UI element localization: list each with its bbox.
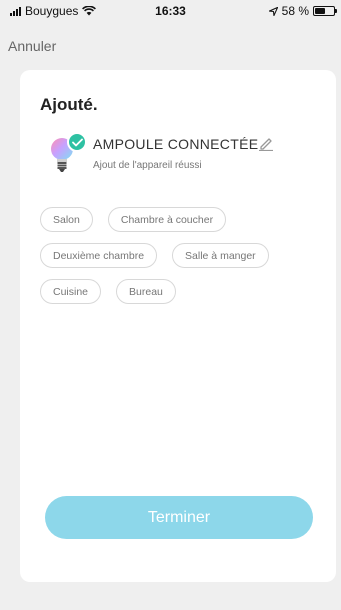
room-tag-bureau[interactable]: Bureau bbox=[116, 279, 176, 304]
status-bar: Bouygues 16:33 58 % bbox=[0, 0, 341, 22]
room-row: Salon Chambre à coucher bbox=[40, 207, 320, 232]
battery-level bbox=[315, 8, 326, 14]
done-button[interactable]: Terminer bbox=[45, 496, 313, 539]
page-title: Ajouté. bbox=[40, 95, 98, 114]
device-name: AMPOULE CONNECTÉE bbox=[93, 136, 259, 152]
room-row: Cuisine Bureau bbox=[40, 279, 320, 304]
room-tag-chambre-a-coucher[interactable]: Chambre à coucher bbox=[107, 207, 227, 232]
cancel-button[interactable]: Annuler bbox=[8, 38, 56, 54]
result-card: Ajouté. AMPOULE CONNECTÉE Ajout de l'app… bbox=[20, 70, 336, 582]
battery-info: 58 % bbox=[268, 4, 337, 18]
room-selector: Salon Chambre à coucher Deuxième chambre… bbox=[40, 207, 320, 315]
room-tag-cuisine[interactable]: Cuisine bbox=[40, 279, 102, 304]
edit-pencil-icon[interactable] bbox=[258, 135, 274, 151]
device-status: Ajout de l'appareil réussi bbox=[93, 160, 202, 171]
room-row: Deuxième chambre Salle à manger bbox=[40, 243, 320, 268]
room-tag-deuxieme-chambre[interactable]: Deuxième chambre bbox=[40, 243, 158, 268]
location-arrow-icon bbox=[268, 6, 278, 16]
success-check-icon bbox=[67, 132, 87, 152]
device-info: AMPOULE CONNECTÉE Ajout de l'appareil ré… bbox=[50, 132, 300, 182]
room-tag-salon[interactable]: Salon bbox=[40, 207, 93, 232]
battery-percent: 58 % bbox=[281, 4, 309, 18]
room-tag-salle-a-manger[interactable]: Salle à manger bbox=[172, 243, 269, 268]
battery-icon bbox=[313, 6, 337, 16]
